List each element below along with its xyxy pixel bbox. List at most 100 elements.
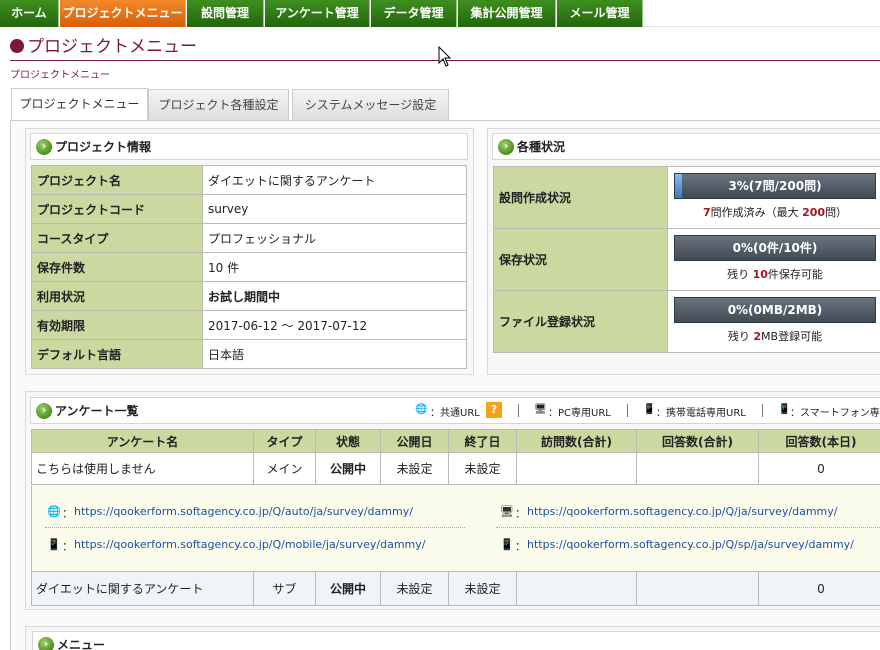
col-type: タイプ bbox=[253, 429, 316, 453]
url-separator: ： bbox=[515, 540, 526, 553]
mobile-url-link[interactable]: https://qookerform.softagency.co.jp/Q/mo… bbox=[74, 538, 425, 551]
help-icon[interactable]: ? bbox=[486, 402, 502, 418]
breadcrumb[interactable]: プロジェクトメニュー bbox=[10, 66, 110, 81]
tab-project-menu[interactable]: プロジェクトメニュー bbox=[11, 88, 148, 121]
info-label: 利用状況 bbox=[31, 281, 203, 311]
note-text: MB登録可能 bbox=[761, 330, 823, 343]
legend-common-url: ：共通URL bbox=[430, 408, 480, 419]
status-table: 設問作成状況 3%(7問/200問) 7問作成済み（最大 200問） 保存状況 … bbox=[493, 166, 880, 353]
usage-status-value: お試し期間中 bbox=[202, 281, 467, 311]
smartphone-url-link[interactable]: https://qookerform.softagency.co.jp/Q/sp… bbox=[527, 538, 854, 551]
info-label: コースタイプ bbox=[31, 223, 203, 253]
survey-url-box bbox=[31, 486, 880, 571]
status-value: 0%(0件/10件) 残り 10件保存可能 bbox=[667, 228, 880, 291]
menu-heading: メニュー bbox=[57, 638, 106, 650]
nav-survey-management[interactable]: アンケート管理 bbox=[265, 0, 370, 27]
info-value: 10 件 bbox=[202, 252, 467, 282]
progress-text: 3%(7問/200問) bbox=[728, 179, 822, 193]
title-bullet-icon bbox=[10, 39, 24, 53]
status-label: ファイル登録状況 bbox=[493, 290, 668, 353]
survey-visits bbox=[516, 571, 637, 606]
url-divider bbox=[45, 527, 465, 528]
nav-project-menu[interactable]: プロジェクトメニュー bbox=[60, 0, 186, 27]
survey-answers bbox=[636, 452, 759, 485]
pc-icon: 🖥 bbox=[534, 404, 547, 415]
project-info-table: プロジェクト名 ダイエットに関するアンケート プロジェクトコード survey コー… bbox=[31, 165, 467, 369]
col-end-date: 終了日 bbox=[448, 429, 517, 453]
nav-home[interactable]: ホーム bbox=[0, 0, 59, 27]
survey-table-continued: ダイエットに関するアンケート サブ 公開中 未設定 未設定 0 bbox=[31, 571, 880, 606]
status-value: 3%(7問/200問) 7問作成済み（最大 200問） bbox=[667, 166, 880, 229]
survey-state[interactable]: 公開中 bbox=[315, 571, 381, 606]
note-number: 10 bbox=[752, 268, 768, 281]
col-answers-total: 回答数(合計) bbox=[636, 429, 759, 453]
pc-url-link[interactable]: https://qookerform.softagency.co.jp/Q/ja… bbox=[527, 505, 837, 518]
pc-icon: 🖥 bbox=[500, 505, 514, 518]
survey-state[interactable]: 公開中 bbox=[315, 452, 381, 485]
app-window: ホーム プロジェクトメニュー 設問管理 アンケート管理 データ管理 集計公開管理… bbox=[0, 0, 880, 650]
nav-question-management[interactable]: 設問管理 bbox=[187, 0, 264, 27]
info-value: survey bbox=[202, 194, 467, 224]
col-visits-total: 訪問数(合計) bbox=[516, 429, 637, 453]
menu-header: › メニュー bbox=[32, 631, 880, 650]
legend-separator bbox=[627, 404, 628, 417]
url-separator: ： bbox=[515, 507, 526, 520]
status-heading: 各種状況 bbox=[517, 140, 566, 154]
info-label: 保存件数 bbox=[31, 252, 203, 282]
mobile-icon: 📱 bbox=[47, 538, 61, 551]
survey-type: サブ bbox=[253, 571, 316, 606]
info-value: 日本語 bbox=[202, 339, 467, 369]
smartphone-icon: 📱 bbox=[778, 404, 791, 415]
legend-separator bbox=[518, 404, 519, 417]
col-survey-name: アンケート名 bbox=[31, 429, 254, 453]
progress-text: 0%(0MB/2MB) bbox=[727, 303, 823, 317]
survey-end-date: 未設定 bbox=[448, 571, 517, 606]
arrow-circle-icon: › bbox=[36, 403, 52, 419]
status-note: 残り 2MB登録可能 bbox=[674, 328, 876, 344]
info-row: 有効期限 2017-06-12 ～ 2017-07-12 bbox=[31, 310, 467, 340]
note-number: 2 bbox=[753, 330, 762, 343]
survey-table-header: アンケート名 タイプ 状態 公開日 終了日 訪問数(合計) 回答数(合計) 回答… bbox=[31, 429, 880, 453]
mobile-icon: 📱 bbox=[643, 404, 656, 415]
survey-list-heading: アンケート一覧 bbox=[55, 404, 139, 418]
info-value: 2017-06-12 ～ 2017-07-12 bbox=[202, 310, 467, 340]
table-row[interactable]: こちらは使用しません メイン 公開中 未設定 未設定 0 bbox=[31, 452, 880, 485]
status-row: 保存状況 0%(0件/10件) 残り 10件保存可能 bbox=[493, 228, 880, 291]
status-label: 保存状況 bbox=[493, 228, 668, 291]
survey-answers-today: 0 bbox=[758, 452, 880, 485]
nav-report-publish[interactable]: 集計公開管理 bbox=[458, 0, 556, 27]
info-row: 保存件数 10 件 bbox=[31, 252, 467, 282]
survey-name[interactable]: こちらは使用しません bbox=[31, 452, 254, 485]
survey-name[interactable]: ダイエットに関するアンケート bbox=[31, 571, 254, 606]
mouse-cursor-icon bbox=[438, 46, 452, 67]
arrow-circle-icon: › bbox=[36, 139, 52, 155]
legend-separator bbox=[762, 404, 763, 417]
info-label: プロジェクト名 bbox=[31, 165, 203, 195]
top-nav: ホーム プロジェクトメニュー 設問管理 アンケート管理 データ管理 集計公開管理… bbox=[0, 0, 880, 27]
status-header: › 各種状況 bbox=[492, 133, 880, 160]
info-row: コースタイプ プロフェッショナル bbox=[31, 223, 467, 253]
info-label: 有効期限 bbox=[31, 310, 203, 340]
info-value: ダイエットに関するアンケート bbox=[202, 165, 467, 195]
project-info-heading: プロジェクト情報 bbox=[55, 140, 152, 154]
legend-mobile-url: ：携帯電話専用URL bbox=[656, 408, 746, 419]
tab-system-messages[interactable]: システムメッセージ設定 bbox=[292, 89, 449, 120]
status-label: 設問作成状況 bbox=[493, 166, 668, 229]
table-row[interactable]: ダイエットに関するアンケート サブ 公開中 未設定 未設定 0 bbox=[31, 571, 880, 606]
common-url-link[interactable]: https://qookerform.softagency.co.jp/Q/au… bbox=[74, 505, 413, 518]
info-label: プロジェクトコード bbox=[31, 194, 203, 224]
nav-data-management[interactable]: データ管理 bbox=[371, 0, 457, 27]
survey-visits bbox=[516, 452, 637, 485]
page-title: プロジェクトメニュー bbox=[10, 36, 197, 58]
project-info-header: › プロジェクト情報 bbox=[30, 133, 468, 160]
note-number: 7 bbox=[702, 206, 711, 219]
globe-icon: 🌐 bbox=[47, 505, 61, 518]
status-note: 7問作成済み（最大 200問） bbox=[674, 204, 876, 220]
status-note: 残り 10件保存可能 bbox=[674, 266, 876, 282]
nav-mail-management[interactable]: メール管理 bbox=[557, 0, 643, 27]
note-text: 問作成済み（最大 bbox=[710, 206, 803, 219]
survey-answers bbox=[636, 571, 759, 606]
page-title-text: プロジェクトメニュー bbox=[27, 37, 197, 57]
info-label: デフォルト言語 bbox=[31, 339, 203, 369]
tab-project-settings[interactable]: プロジェクト各種設定 bbox=[148, 89, 289, 120]
